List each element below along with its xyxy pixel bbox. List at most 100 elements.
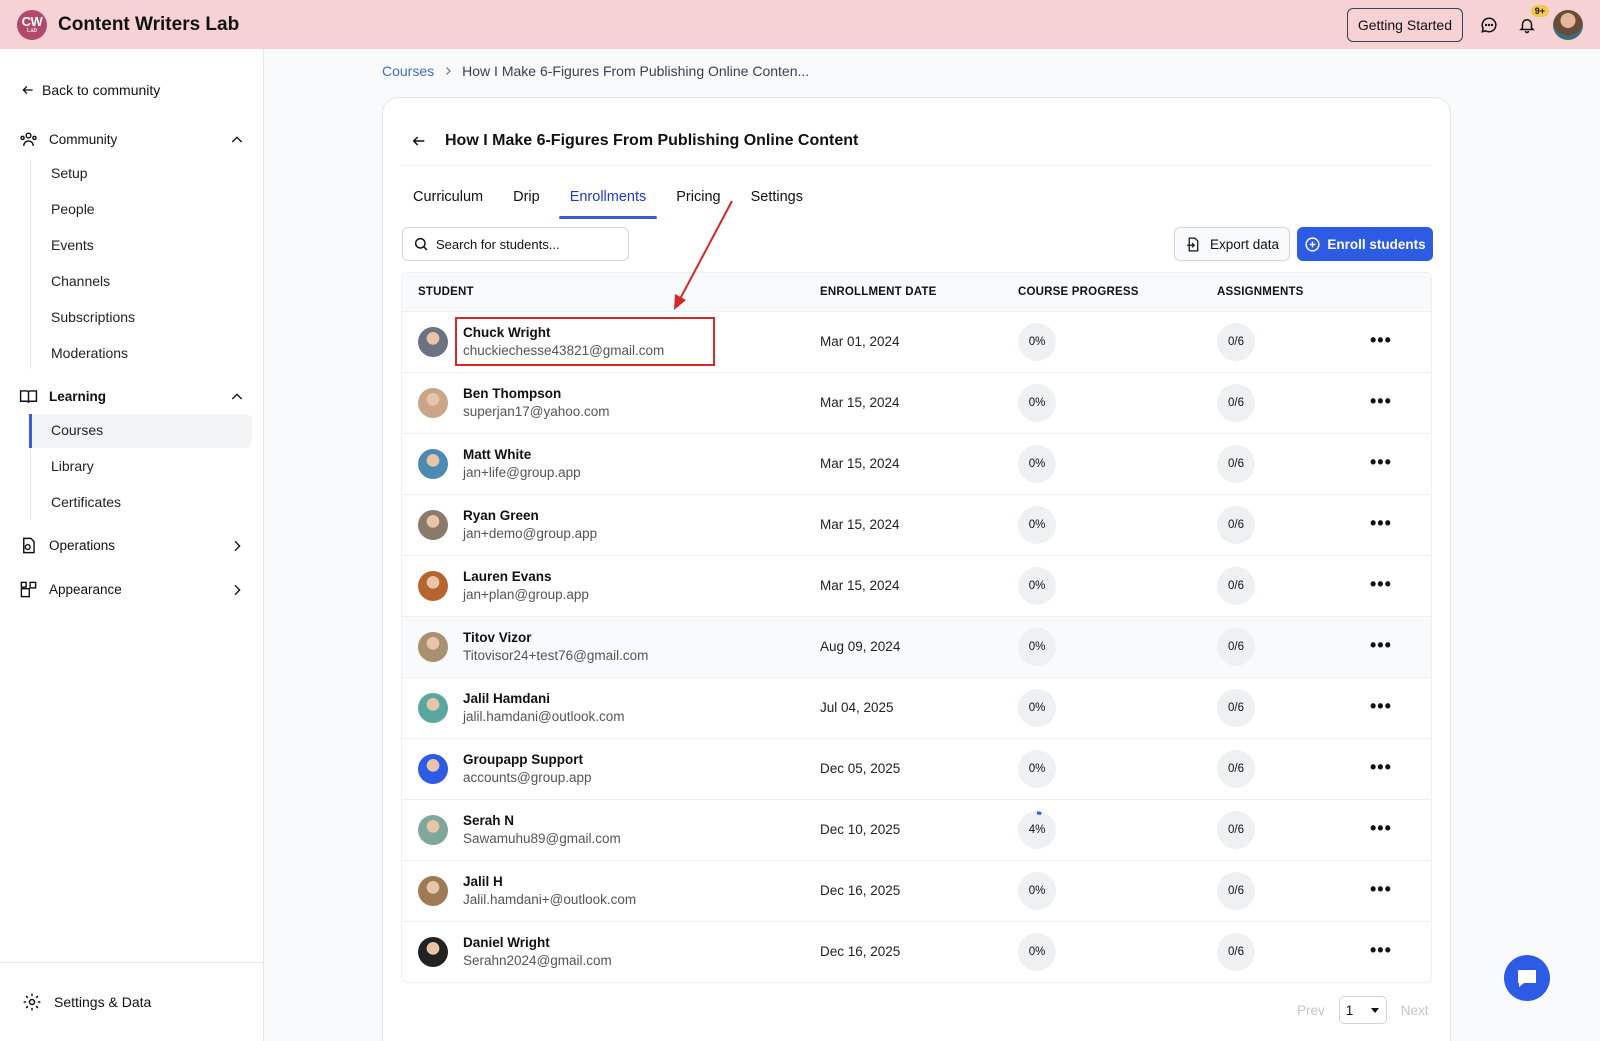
- sidebar-section-operations[interactable]: Operations: [19, 536, 245, 555]
- table-row[interactable]: Ryan Green jan+demo@group.app Mar 15, 20…: [402, 494, 1431, 555]
- student-name[interactable]: Jalil H: [463, 874, 503, 889]
- avatar[interactable]: [418, 815, 448, 845]
- more-options-icon[interactable]: •••: [1370, 635, 1392, 656]
- sidebar-section-community[interactable]: Community: [19, 130, 245, 149]
- student-email: Titovisor24+test76@gmail.com: [463, 648, 649, 663]
- getting-started-button[interactable]: Getting Started: [1346, 7, 1463, 42]
- avatar[interactable]: [418, 937, 448, 967]
- enrollment-date: Mar 15, 2024: [820, 395, 900, 410]
- avatar[interactable]: [418, 327, 448, 357]
- student-search[interactable]: [402, 227, 629, 261]
- progress-pill: 0%: [1018, 384, 1056, 422]
- settings-and-data-link[interactable]: Settings & Data: [0, 962, 263, 1041]
- student-email: Serahn2024@gmail.com: [463, 953, 612, 968]
- tab-pricing[interactable]: Pricing: [665, 185, 731, 217]
- progress-ring: [1018, 811, 1056, 849]
- table-row[interactable]: Chuck Wright chuckiechesse43821@gmail.co…: [402, 311, 1431, 372]
- enroll-students-button[interactable]: Enroll students: [1297, 227, 1433, 261]
- sidebar-item-channels[interactable]: Channels: [51, 273, 110, 289]
- sidebar-item-subscriptions[interactable]: Subscriptions: [51, 309, 135, 325]
- more-options-icon[interactable]: •••: [1370, 391, 1392, 412]
- sidebar-section-learning[interactable]: Learning: [19, 387, 245, 406]
- avatar[interactable]: [418, 693, 448, 723]
- student-email: accounts@group.app: [463, 770, 592, 785]
- student-name[interactable]: Titov Vizor: [463, 630, 532, 645]
- more-options-icon[interactable]: •••: [1370, 940, 1392, 961]
- avatar[interactable]: [418, 754, 448, 784]
- sidebar-section-appearance[interactable]: Appearance: [19, 580, 245, 599]
- sidebar-item-library[interactable]: Library: [51, 458, 94, 474]
- sidebar-item-moderations[interactable]: Moderations: [51, 345, 128, 361]
- more-options-icon[interactable]: •••: [1370, 757, 1392, 778]
- table-row[interactable]: Titov Vizor Titovisor24+test76@gmail.com…: [402, 616, 1431, 677]
- more-options-icon[interactable]: •••: [1370, 818, 1392, 839]
- user-avatar[interactable]: [1553, 9, 1583, 40]
- bell-icon[interactable]: 9+: [1515, 4, 1549, 37]
- more-options-icon[interactable]: •••: [1370, 879, 1392, 900]
- table-row[interactable]: Matt White jan+life@group.app Mar 15, 20…: [402, 433, 1431, 494]
- sidebar-item-certificates[interactable]: Certificates: [51, 494, 121, 510]
- assignments-pill: 0/6: [1217, 750, 1255, 788]
- sidebar-item-courses[interactable]: Courses: [51, 422, 103, 438]
- tab-settings[interactable]: Settings: [740, 185, 814, 217]
- app-title[interactable]: Content Writers Lab: [58, 14, 239, 36]
- enrollment-date: Jul 04, 2025: [820, 700, 894, 715]
- avatar[interactable]: [418, 510, 448, 540]
- more-options-icon[interactable]: •••: [1370, 696, 1392, 717]
- top-bar: CW Lab Content Writers Lab Getting Start…: [0, 0, 1600, 49]
- table-row[interactable]: Lauren Evans jan+plan@group.app Mar 15, …: [402, 555, 1431, 616]
- header-student[interactable]: STUDENT: [418, 286, 474, 298]
- tab-curriculum[interactable]: Curriculum: [402, 185, 494, 217]
- support-chat-button[interactable]: [1504, 955, 1550, 1001]
- back-arrow-icon[interactable]: [411, 133, 427, 149]
- header-assignments[interactable]: ASSIGNMENTS: [1217, 286, 1304, 298]
- sidebar-item-setup[interactable]: Setup: [51, 165, 88, 181]
- sidebar-item-people[interactable]: People: [51, 201, 95, 217]
- student-name[interactable]: Jalil Hamdani: [463, 691, 550, 706]
- sidebar-item-events[interactable]: Events: [51, 237, 94, 253]
- search-input[interactable]: [436, 236, 616, 252]
- header-course-progress[interactable]: COURSE PROGRESS: [1018, 286, 1139, 298]
- avatar[interactable]: [418, 571, 448, 601]
- plus-circle-icon: [1305, 236, 1320, 252]
- table-row[interactable]: Groupapp Support accounts@group.app Dec …: [402, 738, 1431, 799]
- student-name[interactable]: Lauren Evans: [463, 569, 552, 584]
- header-enrollment-date[interactable]: ENROLLMENT DATE: [820, 286, 937, 298]
- enrollment-date: Mar 15, 2024: [820, 517, 900, 532]
- student-name[interactable]: Ryan Green: [463, 508, 539, 523]
- chevron-up-icon: [231, 135, 243, 142]
- student-name[interactable]: Groupapp Support: [463, 752, 583, 767]
- more-options-icon[interactable]: •••: [1370, 330, 1392, 351]
- prev-page-button[interactable]: Prev: [1297, 1003, 1325, 1018]
- student-name[interactable]: Serah N: [463, 813, 514, 828]
- avatar[interactable]: [418, 388, 448, 418]
- table-row[interactable]: Daniel Wright Serahn2024@gmail.com Dec 1…: [402, 921, 1431, 982]
- table-row[interactable]: Jalil H Jalil.hamdani+@outlook.com Dec 1…: [402, 860, 1431, 921]
- next-page-button[interactable]: Next: [1401, 1003, 1429, 1018]
- page-select[interactable]: 1: [1338, 996, 1387, 1024]
- student-name[interactable]: Daniel Wright: [463, 935, 550, 950]
- assignments-pill: 0/6: [1217, 811, 1255, 849]
- avatar[interactable]: [418, 449, 448, 479]
- breadcrumb-courses-link[interactable]: Courses: [382, 63, 434, 79]
- assignments-pill: 0/6: [1217, 628, 1255, 666]
- tab-enrollments[interactable]: Enrollments: [558, 185, 658, 219]
- table-row[interactable]: Serah N Sawamuhu89@gmail.com Dec 10, 202…: [402, 799, 1431, 860]
- more-options-icon[interactable]: •••: [1370, 574, 1392, 595]
- avatar[interactable]: [418, 876, 448, 906]
- chat-icon[interactable]: [1477, 13, 1501, 37]
- tab-drip[interactable]: Drip: [502, 185, 551, 217]
- community-logo[interactable]: CW Lab: [17, 9, 47, 40]
- student-name[interactable]: Matt White: [463, 447, 531, 462]
- more-options-icon[interactable]: •••: [1370, 452, 1392, 473]
- back-to-community-link[interactable]: Back to community: [21, 82, 160, 98]
- table-body: Chuck Wright chuckiechesse43821@gmail.co…: [402, 311, 1431, 982]
- table-row[interactable]: Ben Thompson superjan17@yahoo.com Mar 15…: [402, 372, 1431, 433]
- student-name[interactable]: Ben Thompson: [463, 386, 561, 401]
- enrollment-date: Dec 16, 2025: [820, 944, 901, 959]
- table-row[interactable]: Jalil Hamdani jalil.hamdani@outlook.com …: [402, 677, 1431, 738]
- avatar[interactable]: [418, 632, 448, 662]
- operations-icon: [23, 537, 35, 554]
- more-options-icon[interactable]: •••: [1370, 513, 1392, 534]
- export-data-button[interactable]: Export data: [1174, 227, 1290, 261]
